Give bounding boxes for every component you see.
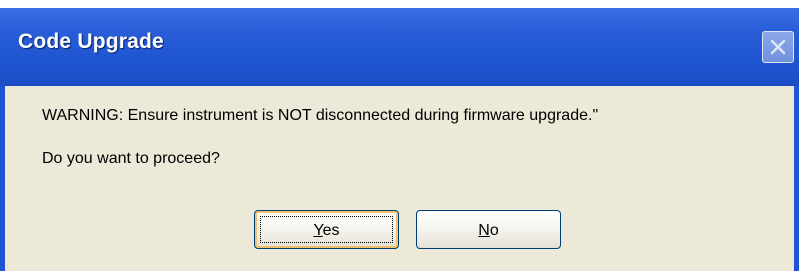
window-title: Code Upgrade [18, 30, 164, 53]
no-button[interactable]: No [416, 210, 561, 249]
close-button[interactable] [762, 31, 794, 63]
warning-message: WARNING: Ensure instrument is NOT discon… [42, 107, 599, 124]
window-border-left [0, 86, 5, 271]
no-label-rest: o [489, 222, 499, 239]
title-bar[interactable]: Code Upgrade [0, 0, 799, 86]
question-message: Do you want to proceed? [42, 150, 220, 167]
focus-ring [260, 216, 393, 243]
dialog-window: Code Upgrade WARNING: Ensure instrument … [0, 0, 799, 271]
window-border-right [794, 86, 799, 271]
close-icon [770, 39, 786, 55]
no-mnemonic: N [478, 222, 490, 239]
title-bar-top-edge [0, 0, 799, 8]
yes-button[interactable]: Yes [254, 210, 399, 249]
